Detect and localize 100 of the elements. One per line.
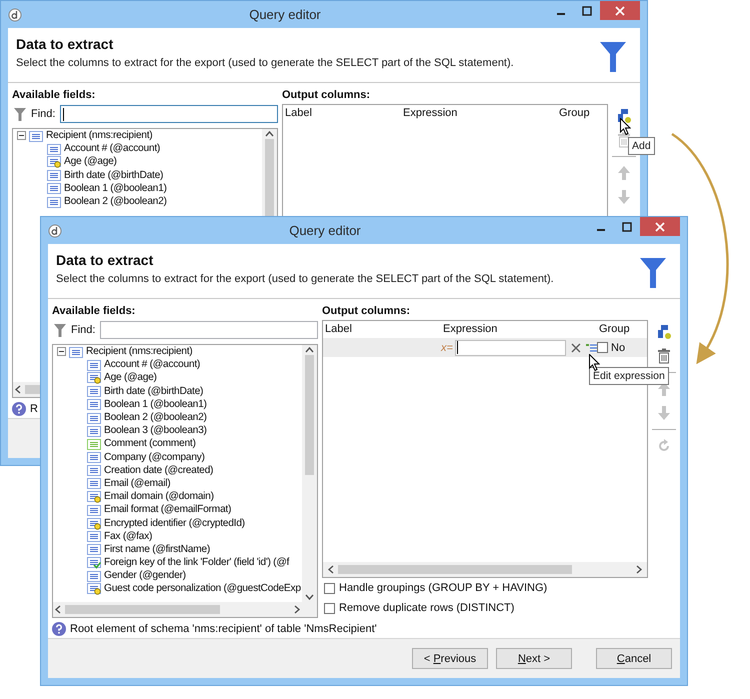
mouse-pointer-icon	[620, 118, 631, 135]
output-row[interactable]: x= No	[323, 338, 647, 357]
field-list-icon	[47, 196, 61, 208]
help-icon	[12, 402, 26, 416]
field-list-icon	[87, 424, 101, 437]
available-fields-label: Available fields:	[52, 305, 136, 317]
horizontal-scrollbar[interactable]	[323, 562, 647, 577]
tree-item[interactable]: Comment (comment)	[104, 438, 196, 450]
tree-item[interactable]: Encrypted identifier (@cryptedId)	[104, 518, 245, 529]
collapse-icon[interactable]	[57, 347, 66, 356]
tree-item[interactable]: Fax (@fax)	[104, 530, 152, 542]
tree-item[interactable]: Boolean 3 (@boolean3)	[104, 425, 207, 436]
tree-item[interactable]: Boolean 2 (@boolean2)	[64, 196, 167, 208]
app-icon	[8, 8, 22, 22]
scroll-up-icon[interactable]	[265, 129, 274, 139]
tree-item[interactable]: Gender (@gender)	[104, 570, 186, 582]
help-icon	[52, 622, 66, 636]
option-label: Remove duplicate rows (DISTINCT)	[339, 602, 514, 614]
window-title: Query editor	[248, 7, 322, 22]
tooltip: Edit expression	[589, 367, 669, 385]
minimize-icon	[597, 228, 605, 230]
close-button[interactable]	[640, 217, 680, 236]
tree-item[interactable]: Recipient (nms:recipient)	[46, 130, 152, 142]
tree-item[interactable]: Boolean 2 (@boolean2)	[104, 412, 207, 424]
tree-item[interactable]: Account # (@account)	[104, 359, 200, 370]
section-description: Select the columns to extract for the export (used to generate the SELECT part of the SQL statement).	[56, 273, 554, 285]
field-list-icon	[87, 477, 101, 490]
column-header[interactable]: Label	[283, 105, 401, 122]
scroll-down-icon[interactable]	[305, 592, 314, 602]
column-header[interactable]: Group	[557, 105, 607, 122]
tree-item[interactable]: Account # (@account)	[64, 143, 160, 154]
tree-item[interactable]: Age (@age)	[64, 156, 117, 168]
scrollbar-thumb[interactable]	[338, 565, 572, 574]
close-icon	[655, 222, 665, 232]
expression-field[interactable]	[454, 340, 566, 356]
tree-item[interactable]: Boolean 1 (@boolean1)	[64, 182, 167, 194]
option-checkbox[interactable]	[324, 602, 335, 614]
column-header[interactable]: Label	[323, 321, 441, 338]
vertical-scrollbar[interactable]	[302, 345, 317, 602]
tree-item[interactable]: Birth date (@birthDate)	[104, 386, 204, 397]
window-title: Query editor	[288, 223, 362, 238]
section-title: Data to extract	[56, 252, 154, 268]
output-columns-label: Output columns:	[282, 89, 371, 101]
field-list-icon	[87, 464, 101, 476]
field-list-icon	[87, 398, 101, 410]
field-list-icon	[47, 142, 61, 155]
field-list-icon	[47, 169, 61, 182]
horizontal-scrollbar[interactable]	[53, 602, 302, 617]
tree-item[interactable]: Age (@age)	[104, 372, 157, 384]
tree-item[interactable]: Creation date (@created)	[104, 464, 214, 476]
link-field-icon	[87, 556, 101, 570]
tree-item[interactable]: Birth date (@birthDate)	[64, 170, 164, 181]
field-list-icon	[87, 504, 101, 516]
computed-field-icon	[87, 490, 101, 504]
field-list-icon	[87, 385, 101, 398]
close-icon	[615, 6, 625, 16]
column-header[interactable]: Expression	[441, 321, 597, 338]
dialog-button[interactable]: Next >	[496, 648, 572, 669]
collapse-icon[interactable]	[17, 131, 26, 140]
edit-expression-icon[interactable]	[586, 342, 597, 352]
maximize-icon	[622, 222, 632, 232]
field-list-icon	[87, 570, 101, 582]
close-button[interactable]	[600, 1, 640, 20]
tree-item[interactable]: Recipient (nms:recipient)	[86, 346, 192, 358]
group-value: No	[611, 342, 626, 354]
option-label: Handle groupings (GROUP BY + HAVING)	[339, 582, 548, 594]
find-label: Find:	[31, 108, 56, 120]
tree-item[interactable]: Company (@company)	[104, 452, 205, 463]
tree-item[interactable]: First name (@firstName)	[104, 544, 210, 555]
find-field[interactable]	[100, 321, 318, 339]
available-fields-label: Available fields:	[12, 89, 96, 101]
scroll-right-icon[interactable]	[635, 565, 643, 574]
tree-item[interactable]: Foreign key of the link 'Folder' (field 'id') (@f	[104, 557, 290, 568]
tree-item[interactable]: Email format (@emailFormat)	[104, 504, 232, 516]
filter-icon	[54, 324, 66, 336]
dialog-button[interactable]: Cancel	[596, 648, 672, 669]
computed-field-icon	[47, 155, 61, 168]
tree-item[interactable]: Boolean 1 (@boolean1)	[104, 398, 207, 410]
tree-item[interactable]: Email (@email)	[104, 478, 170, 489]
minimize-icon	[557, 12, 565, 14]
scrollbar-thumb[interactable]	[65, 605, 220, 614]
group-checkbox[interactable]	[597, 342, 608, 353]
add-column-icon[interactable]	[656, 324, 672, 340]
tree-item[interactable]: Email domain (@domain)	[104, 491, 214, 502]
expression-prefix: x=	[441, 342, 453, 354]
scroll-left-icon[interactable]	[327, 565, 335, 574]
tree-item[interactable]: Guest code personalization (@guestCodeExp	[104, 583, 301, 594]
scroll-up-icon[interactable]	[305, 345, 314, 355]
column-header[interactable]: Expression	[401, 105, 557, 122]
dialog-button[interactable]: < Previous	[412, 648, 488, 669]
field-list-icon	[87, 358, 101, 371]
scrollbar-thumb[interactable]	[305, 355, 314, 475]
option-checkbox[interactable]	[324, 582, 335, 594]
add-column-icon[interactable]	[616, 108, 632, 124]
column-header[interactable]: Group	[597, 321, 647, 338]
app-icon	[48, 224, 62, 238]
filter-icon	[14, 108, 26, 120]
clear-icon[interactable]	[571, 342, 582, 352]
output-columns-label: Output columns:	[322, 305, 411, 317]
find-field[interactable]	[60, 105, 278, 123]
